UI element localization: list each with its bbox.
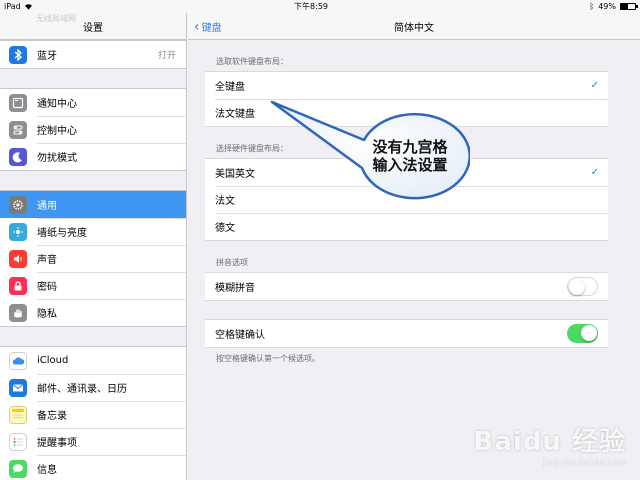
sidebar-item-sounds[interactable]: 声音 (0, 245, 186, 272)
battery-percent: 49% (598, 2, 616, 11)
gear-icon (9, 195, 27, 214)
sidebar-item-value: 打开 (157, 51, 176, 61)
option-label: 全键盘 (215, 82, 245, 93)
checkmark-icon: ✓ (590, 167, 599, 178)
option-label: 空格键确认 (215, 330, 265, 341)
option-german[interactable]: 德文 (205, 213, 608, 240)
watermark-url: jingyan.baidu.com (542, 458, 626, 468)
back-button-label: 键盘 (201, 23, 222, 34)
sidebar-item-label: 密码 (37, 282, 57, 293)
detail-panel: ‹ 键盘 简体中文 选取软件键盘布局： 全键盘 ✓ 法文键盘 选择硬件键盘布局：… (188, 13, 640, 480)
sidebar-item-passcode[interactable]: 密码 (0, 272, 186, 299)
group-apps: iCloud 邮件、通讯录、日历 备忘录 提醒事项 信息 (0, 346, 186, 480)
bluetooth-icon (9, 45, 27, 64)
sidebar-item-label: 声音 (37, 255, 57, 266)
callout-line-2: 输入法设置 (372, 156, 448, 174)
sidebar-item-general[interactable]: 通用 (0, 191, 186, 218)
sidebar-item-label: 隐私 (37, 309, 57, 320)
moon-icon (9, 147, 27, 166)
group-connectivity: 蓝牙 打开 (0, 40, 186, 69)
battery-fill (620, 4, 628, 9)
space-confirm-footnote: 按空格键确认第一个候选项。 (216, 354, 320, 363)
space-confirm-toggle[interactable] (567, 324, 598, 343)
checkmark-icon: ✓ (590, 80, 599, 91)
group-space-confirm: 空格键确认 (205, 319, 608, 348)
control-center-icon (9, 120, 27, 139)
wifi-icon (24, 4, 32, 10)
speaker-icon (9, 249, 27, 268)
notification-center-icon (9, 93, 27, 112)
sidebar-item-reminders[interactable]: 提醒事项 (0, 428, 186, 455)
status-right: ᛒ 49% (589, 2, 638, 11)
sidebar-item-mail[interactable]: 邮件、通讯录、日历 (0, 374, 186, 401)
sidebar-item-icloud[interactable]: iCloud (0, 347, 186, 374)
space-confirm-row: 空格键确认 (205, 320, 608, 347)
section-label-pinyin: 拼音选项 (216, 258, 248, 267)
wallpaper-icon (9, 222, 27, 241)
sidebar-item-label: 勿扰模式 (37, 153, 77, 164)
lock-icon (9, 276, 27, 295)
reminders-icon (9, 432, 27, 451)
hand-icon (9, 303, 27, 322)
group-general: 通用 墙纸与亮度 声音 密码 隐私 (0, 190, 186, 327)
sidebar-item-do-not-disturb[interactable]: 勿扰模式 (0, 143, 186, 170)
notes-icon (9, 405, 27, 424)
device-name: iPad (4, 2, 21, 11)
option-label: 法文 (215, 196, 235, 207)
messages-icon (9, 459, 27, 478)
section-label-software: 选取软件键盘布局： (216, 57, 288, 66)
fuzzy-pinyin-row: 模糊拼音 (205, 273, 608, 300)
battery-icon (619, 3, 638, 10)
fuzzy-pinyin-toggle[interactable] (567, 277, 598, 296)
status-left: iPad (4, 2, 33, 11)
sidebar-item-label: 墙纸与亮度 (37, 228, 87, 239)
option-label: 法文键盘 (215, 109, 255, 120)
sidebar-item-label: 邮件、通讯录、日历 (37, 384, 127, 395)
sidebar-item-bluetooth[interactable]: 蓝牙 打开 (0, 41, 186, 68)
sidebar-item-label: 提醒事项 (37, 438, 77, 449)
sidebar-item-notes[interactable]: 备忘录 (0, 401, 186, 428)
cloud-icon (9, 351, 27, 370)
sidebar-item-label: 信息 (37, 465, 57, 476)
callout-line-1: 没有九宫格 (372, 138, 448, 156)
sidebar-item-label: iCloud (37, 355, 69, 366)
sidebar-item-control-center[interactable]: 控制中心 (0, 116, 186, 143)
sidebar-item-label: 通用 (37, 201, 57, 212)
ghost-row-wlan: 无线局域网 (36, 14, 76, 23)
sidebar-item-label: 通知中心 (37, 99, 77, 110)
sidebar-item-label: 备忘录 (37, 411, 67, 422)
group-software-layout: 全键盘 ✓ 法文键盘 (205, 71, 608, 127)
status-bar: iPad 下午8:59 ᛒ 49% (0, 0, 640, 13)
sidebar-item-privacy[interactable]: 隐私 (0, 299, 186, 326)
sidebar-item-messages[interactable]: 信息 (0, 455, 186, 480)
sidebar-item-wallpaper[interactable]: 墙纸与亮度 (0, 218, 186, 245)
group-pinyin: 模糊拼音 (205, 272, 608, 301)
sidebar-item-label: 蓝牙 (37, 51, 57, 62)
toggle-knob (581, 325, 597, 341)
back-button[interactable]: ‹ 键盘 (194, 13, 222, 40)
chevron-left-icon: ‹ (194, 18, 200, 35)
bluetooth-status-icon: ᛒ (589, 2, 595, 11)
watermark-brand: Baidu 经验 (473, 427, 626, 457)
option-french[interactable]: 法文 (205, 186, 608, 213)
callout-text: 没有九宫格 输入法设置 (358, 138, 462, 174)
watermark: Baidu 经验 jingyan.baidu.com (474, 421, 626, 468)
sidebar-item-notification-center[interactable]: 通知中心 (0, 89, 186, 116)
sidebar-item-label: 控制中心 (37, 126, 77, 137)
toggle-knob (569, 279, 585, 295)
nav-bar: ‹ 键盘 简体中文 (188, 13, 640, 40)
option-french-keyboard[interactable]: 法文键盘 (205, 99, 608, 126)
settings-sidebar: 设置 蓝牙 打开 通知中心 控制中心 勿扰模式 通用 墙纸与亮度 声音 密码 隐… (0, 13, 187, 480)
status-time: 下午8:59 (294, 2, 329, 11)
page-title: 简体中文 (394, 22, 434, 34)
option-full-keyboard[interactable]: 全键盘 ✓ (205, 72, 608, 99)
mail-icon (9, 378, 27, 397)
group-notifications: 通知中心 控制中心 勿扰模式 (0, 88, 186, 171)
option-label: 模糊拼音 (215, 283, 255, 294)
option-label: 德文 (215, 223, 235, 234)
